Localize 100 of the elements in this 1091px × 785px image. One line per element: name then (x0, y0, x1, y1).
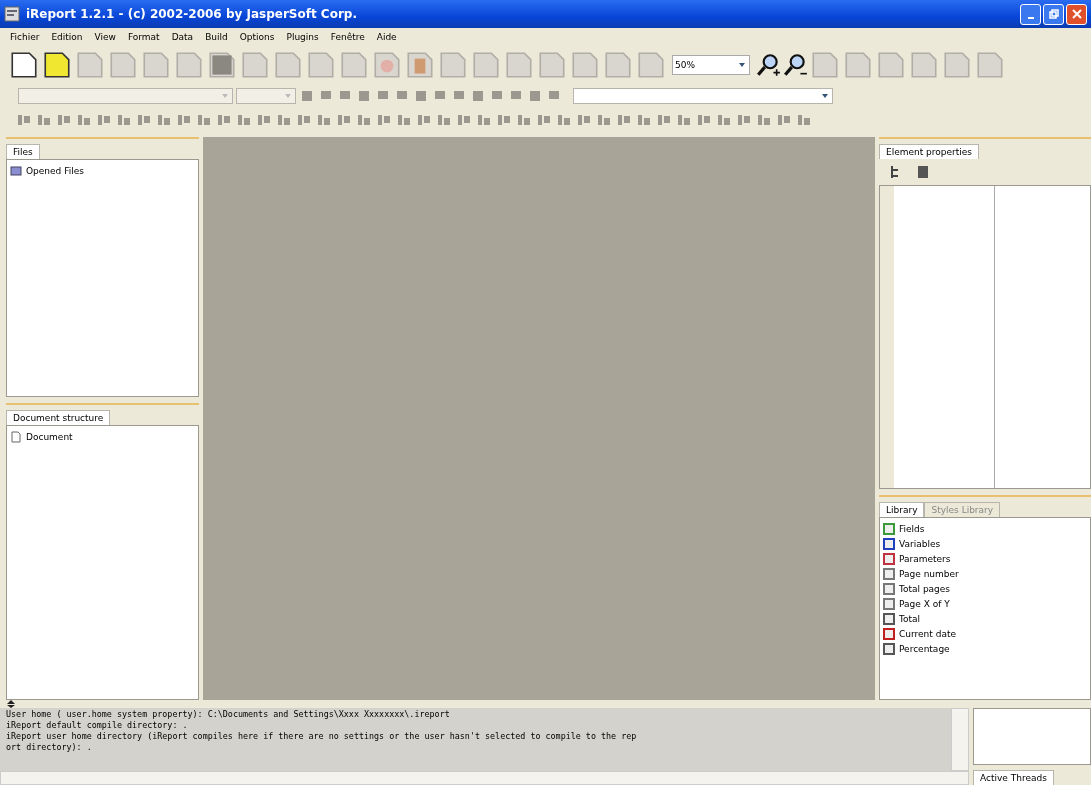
align-icon[interactable] (176, 112, 192, 128)
log-line: ort directory): . (6, 742, 93, 753)
align-icon[interactable] (76, 112, 92, 128)
align-icon[interactable] (476, 112, 492, 128)
zoom-out-icon[interactable] (782, 52, 808, 78)
menu-item[interactable]: View (94, 31, 116, 42)
format-icon[interactable] (356, 88, 372, 104)
menu-item[interactable]: Fichier (10, 31, 40, 42)
align-icon[interactable] (596, 112, 612, 128)
library-item[interactable]: Total (899, 613, 921, 624)
align-icon[interactable] (96, 112, 112, 128)
align-icon[interactable] (736, 112, 752, 128)
panel-tab[interactable]: Files (6, 144, 40, 159)
close-button[interactable] (1066, 3, 1087, 25)
align-icon[interactable] (416, 112, 432, 128)
align-icon[interactable] (536, 112, 552, 128)
minimize-icon (1027, 17, 1034, 19)
menu-item[interactable]: Aide (376, 31, 397, 42)
menu-item[interactable]: Build (205, 31, 228, 42)
align-icon[interactable] (636, 112, 652, 128)
element-icon (883, 597, 895, 610)
align-icon[interactable] (216, 112, 232, 128)
panel-tab[interactable]: Library (879, 502, 925, 517)
library-item[interactable]: Fields (899, 523, 925, 534)
align-icon[interactable] (316, 112, 332, 128)
element-icon (883, 582, 895, 595)
restore-button[interactable] (1043, 3, 1064, 25)
restore-icon (1048, 9, 1059, 19)
element-icon (883, 612, 895, 625)
align-icon[interactable] (196, 112, 212, 128)
minimize-button[interactable] (1020, 3, 1041, 25)
align-icon[interactable] (676, 112, 692, 128)
align-icon[interactable] (716, 112, 732, 128)
menu-item[interactable]: Fenêtre (330, 31, 365, 42)
format-icon[interactable] (413, 88, 429, 104)
align-icon[interactable] (756, 112, 772, 128)
size-combo[interactable] (236, 88, 296, 104)
format-icon[interactable] (299, 88, 315, 104)
align-icon[interactable] (556, 112, 572, 128)
panel-tab[interactable]: Element properties (879, 144, 980, 159)
library-item[interactable]: Variables (899, 538, 941, 549)
library-item[interactable]: Parameters (899, 553, 951, 564)
element-icon (883, 567, 895, 580)
list-icon[interactable] (915, 164, 931, 180)
align-icon[interactable] (56, 112, 72, 128)
app-icon (4, 6, 20, 22)
scrollbar[interactable] (951, 708, 969, 771)
align-icon[interactable] (356, 112, 372, 128)
document-icon (10, 430, 22, 443)
align-icon[interactable] (16, 112, 32, 128)
menu-item[interactable]: Options (239, 31, 275, 42)
align-icon[interactable] (396, 112, 412, 128)
tree-item[interactable]: Opened Files (26, 165, 84, 176)
style-combo[interactable] (573, 88, 833, 104)
library-item[interactable]: Page number (899, 568, 959, 579)
align-icon[interactable] (276, 112, 292, 128)
tree-item[interactable]: Document (26, 431, 73, 442)
library-item[interactable]: Page X of Y (899, 598, 950, 609)
align-icon[interactable] (376, 112, 392, 128)
format-icon[interactable] (527, 88, 543, 104)
library-item[interactable]: Percentage (899, 643, 950, 654)
align-icon[interactable] (136, 112, 152, 128)
splitter-arrows-icon[interactable] (6, 700, 16, 708)
menu-item[interactable]: Format (127, 31, 160, 42)
zoom-combo[interactable]: 50% (672, 55, 750, 75)
menu-item[interactable]: Plugins (286, 31, 319, 42)
format-icon[interactable] (470, 88, 486, 104)
element-icon (883, 627, 895, 640)
panel-tab[interactable]: Document structure (6, 410, 111, 425)
log-line: User home ( user.home system property): C:\Documents and Settings\Xxxx Xxxxxxxx\.ireport (6, 709, 451, 720)
menu-item[interactable]: Edition (51, 31, 83, 42)
align-icon[interactable] (696, 112, 712, 128)
page-icon[interactable] (8, 49, 40, 81)
align-icon[interactable] (436, 112, 452, 128)
log-line: iReport user home directory (iReport compiles here if there are no settings or the user hasn't selected to compile to the rep (6, 731, 638, 742)
element-icon (883, 642, 895, 655)
align-icon[interactable] (296, 112, 312, 128)
align-icon[interactable] (236, 112, 252, 128)
scrollbar[interactable] (0, 771, 969, 785)
panel-tab[interactable]: Active Threads (973, 770, 1054, 785)
align-icon[interactable] (116, 112, 132, 128)
align-icon[interactable] (256, 112, 272, 128)
align-icon[interactable] (456, 112, 472, 128)
menu-item[interactable]: Data (171, 31, 194, 42)
align-icon[interactable] (776, 112, 792, 128)
zoom-in-icon[interactable] (755, 52, 781, 78)
align-icon[interactable] (156, 112, 172, 128)
align-icon[interactable] (576, 112, 592, 128)
align-icon[interactable] (336, 112, 352, 128)
library-item[interactable]: Total pages (899, 583, 951, 594)
align-icon[interactable] (36, 112, 52, 128)
align-icon[interactable] (496, 112, 512, 128)
align-icon[interactable] (796, 112, 812, 128)
align-icon[interactable] (616, 112, 632, 128)
font-combo[interactable] (18, 88, 233, 104)
library-item[interactable]: Current date (899, 628, 956, 639)
align-icon[interactable] (656, 112, 672, 128)
window-title: iReport 1.2.1 - (c) 2002-2006 by JasperSoft Corp. (26, 7, 358, 21)
align-icon[interactable] (516, 112, 532, 128)
close-icon (1071, 9, 1082, 19)
